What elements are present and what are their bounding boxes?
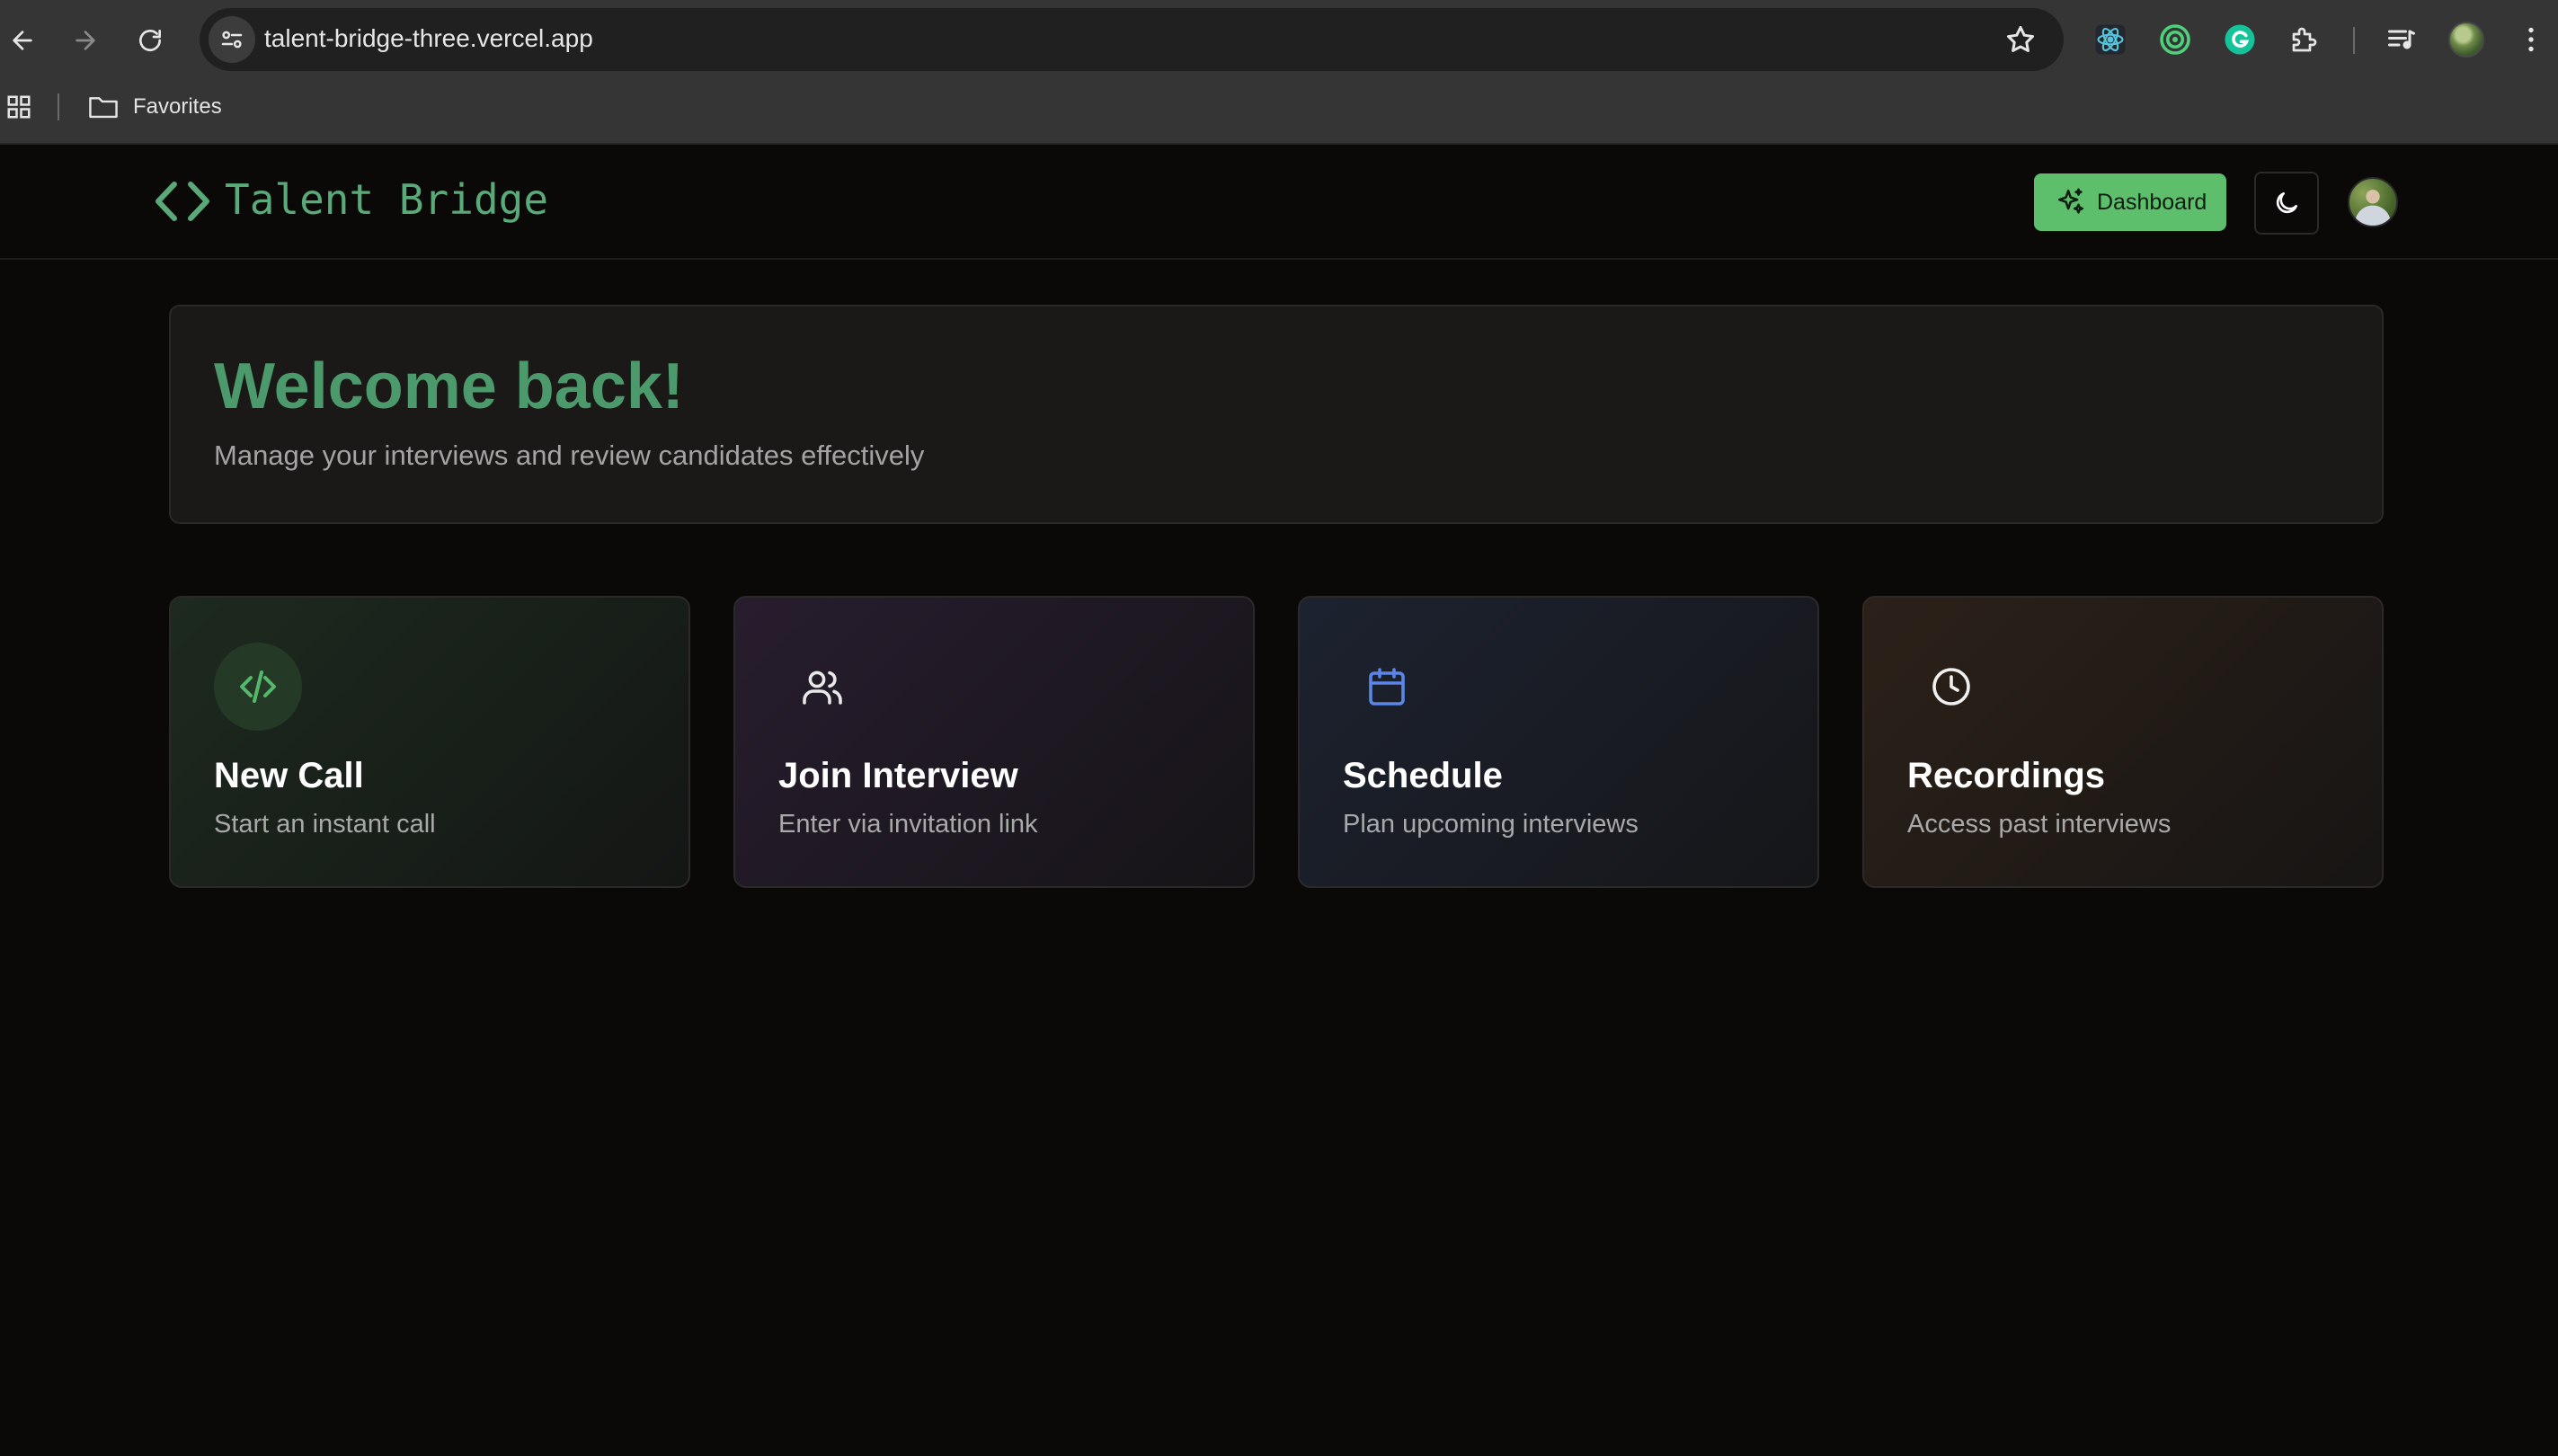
- card-description: Enter via invitation link: [778, 810, 1038, 839]
- browser-toolbar: talent-bridge-three.vercel.app: [0, 0, 2558, 81]
- react-devtools-icon: [2095, 24, 2126, 55]
- moon-icon: [2276, 192, 2297, 214]
- reload-icon: [139, 30, 161, 51]
- app-header: Talent Bridge Dashboard: [0, 145, 2558, 260]
- card-icon-wrap: [778, 643, 866, 731]
- card-title: Schedule: [1343, 756, 1503, 795]
- users-icon: [803, 670, 842, 705]
- grammarly-button[interactable]: [2222, 22, 2258, 58]
- action-card-new-call[interactable]: New Call Start an instant call: [169, 596, 690, 888]
- clock-icon: [1932, 668, 1970, 706]
- forward-button[interactable]: [65, 20, 106, 61]
- action-card-join-interview[interactable]: Join Interview Enter via invitation link: [733, 596, 1255, 888]
- media-controls-icon: [2388, 30, 2415, 49]
- card-icon-wrap: [1343, 643, 1431, 731]
- brand-name[interactable]: Talent Bridge: [225, 175, 548, 224]
- card-description: Access past interviews: [1907, 810, 2172, 839]
- bookmarks-divider: [58, 93, 59, 120]
- grammarly-icon: [2225, 24, 2255, 55]
- page-title: Welcome back!: [214, 351, 684, 422]
- bookmark-star-icon[interactable]: [2004, 23, 2037, 56]
- dashboard-button-label: Dashboard: [2097, 189, 2207, 215]
- bookmark-favorites[interactable]: Favorites: [133, 94, 222, 120]
- welcome-banner: Welcome back! Manage your interviews and…: [169, 305, 2384, 524]
- address-bar[interactable]: talent-bridge-three.vercel.app: [200, 8, 2064, 71]
- card-description: Start an instant call: [214, 810, 436, 839]
- action-card-recordings[interactable]: Recordings Access past interviews: [1862, 596, 2384, 888]
- site-settings-icon: [221, 31, 243, 49]
- card-title: New Call: [214, 756, 364, 795]
- theme-toggle-button[interactable]: [2254, 172, 2319, 235]
- code-brackets-logo-icon[interactable]: [153, 179, 212, 224]
- browser-profile-avatar[interactable]: [2448, 22, 2484, 58]
- media-controls-button[interactable]: [2384, 22, 2420, 58]
- page-subtitle: Manage your interviews and review candid…: [214, 439, 925, 471]
- site-settings-button[interactable]: [209, 16, 255, 63]
- extensions-puzzle-icon: [2292, 27, 2317, 52]
- reload-button[interactable]: [129, 20, 171, 61]
- user-avatar[interactable]: [2348, 177, 2398, 227]
- back-button[interactable]: [2, 20, 43, 61]
- code-icon: [240, 670, 276, 703]
- folder-icon: [89, 97, 118, 119]
- action-card-schedule[interactable]: Schedule Plan upcoming interviews: [1298, 596, 1819, 888]
- forward-arrow-icon: [75, 31, 95, 50]
- target-extension-button[interactable]: [2157, 22, 2193, 58]
- apps-grid-icon[interactable]: [5, 93, 32, 120]
- calendar-icon: [1369, 668, 1405, 706]
- extension-target-icon: [2160, 24, 2190, 55]
- chrome-menu-button[interactable]: [2513, 22, 2549, 58]
- back-arrow-icon: [13, 31, 32, 50]
- extensions-button[interactable]: [2287, 22, 2323, 58]
- chrome-menu-icon: [2528, 27, 2534, 52]
- card-title: Recordings: [1907, 756, 2106, 795]
- url-text[interactable]: talent-bridge-three.vercel.app: [264, 24, 593, 53]
- react-devtools-button[interactable]: [2092, 22, 2128, 58]
- toolbar-divider: [2353, 27, 2355, 54]
- card-title: Join Interview: [778, 756, 1018, 795]
- card-icon-wrap: [1907, 643, 1995, 731]
- card-icon-wrap: [214, 643, 302, 731]
- card-description: Plan upcoming interviews: [1343, 810, 1639, 839]
- sparkles-icon: [2057, 188, 2084, 214]
- dashboard-button[interactable]: Dashboard: [2034, 173, 2226, 231]
- bookmarks-bar: [0, 81, 2558, 145]
